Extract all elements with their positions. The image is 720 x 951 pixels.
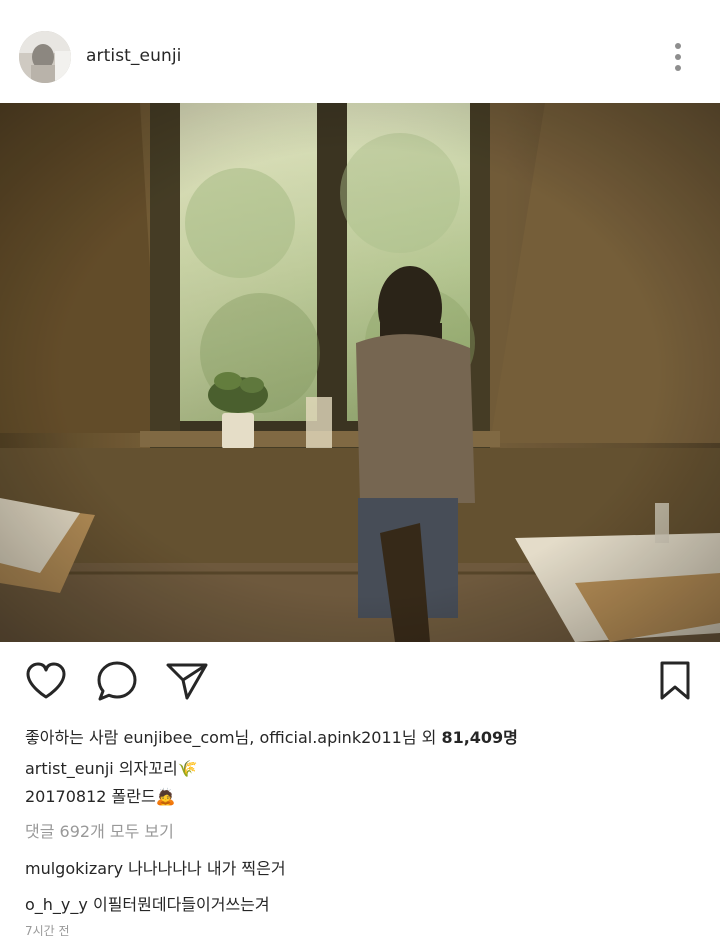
- more-vertical-icon[interactable]: [664, 40, 692, 74]
- comment-username[interactable]: mulgokizary: [25, 859, 123, 878]
- likes-separator: 님,: [234, 728, 260, 747]
- heart-icon[interactable]: [21, 656, 71, 706]
- photo-image: [0, 103, 720, 642]
- likes-line: 좋아하는 사람 eunjibee_com님, official.apink201…: [25, 724, 518, 748]
- view-all-comments-link[interactable]: 댓글 692개 모두 보기: [25, 818, 174, 842]
- avatar-image: [19, 31, 71, 83]
- comment-username[interactable]: o_h_y_y: [25, 895, 88, 914]
- post-username[interactable]: artist_eunji: [86, 46, 181, 66]
- caption-username[interactable]: artist_eunji: [25, 759, 114, 778]
- comment-bubble-icon[interactable]: [92, 656, 142, 706]
- liker-link[interactable]: official.apink2011: [259, 728, 401, 747]
- liker-link[interactable]: eunjibee_com: [124, 728, 235, 747]
- post-photo[interactable]: [0, 103, 720, 642]
- post-header: artist_eunji: [0, 0, 720, 103]
- paper-plane-icon[interactable]: [162, 656, 212, 706]
- comment: o_h_y_y 이필터뭔데다들이거쓰는겨: [25, 891, 270, 915]
- comment-text: 이필터뭔데다들이거쓰는겨: [92, 895, 270, 914]
- bookmark-icon[interactable]: [650, 656, 700, 706]
- caption-text: 의자꼬리🌾: [118, 759, 198, 778]
- post-timestamp: 7시간 전: [25, 924, 70, 938]
- comment-text: 나나나나나 내가 찍은거: [128, 859, 286, 878]
- comment: mulgokizary 나나나나나 내가 찍은거: [25, 855, 286, 879]
- likes-mid: 님 외: [401, 728, 442, 747]
- likes-prefix: 좋아하는 사람: [25, 728, 124, 747]
- caption: artist_eunji 의자꼬리🌾: [25, 755, 198, 779]
- caption-line2: 20170812 폴란드🙇: [25, 787, 176, 806]
- likes-count[interactable]: 81,409명: [441, 728, 517, 747]
- post-actions: [0, 656, 720, 712]
- avatar[interactable]: [19, 31, 71, 83]
